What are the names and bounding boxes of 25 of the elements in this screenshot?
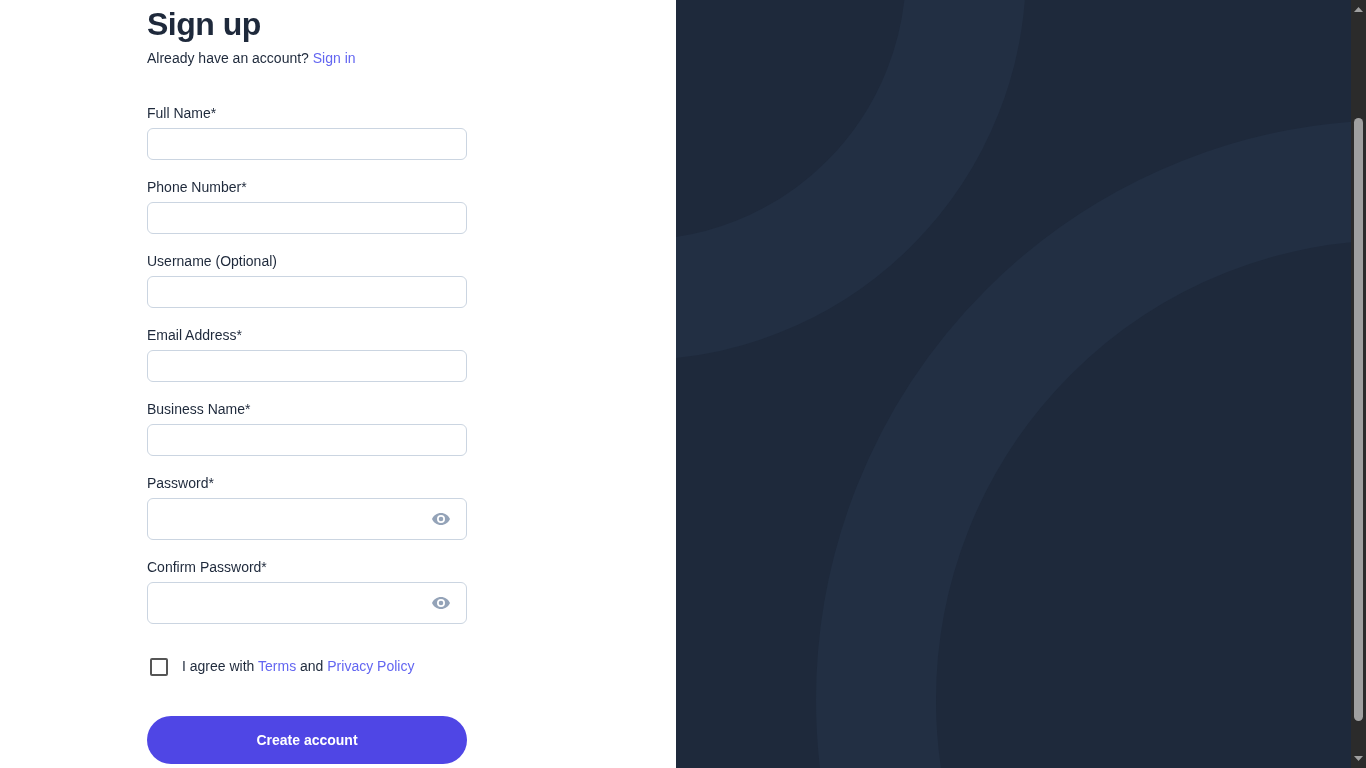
page-title: Sign up xyxy=(147,6,262,42)
signin-link[interactable]: Sign in xyxy=(312,50,356,66)
password-field[interactable] xyxy=(147,498,467,540)
input-field[interactable] xyxy=(147,276,467,308)
input-field[interactable] xyxy=(147,128,467,160)
input-field[interactable] xyxy=(147,202,467,234)
field-label: Email Address* xyxy=(147,326,242,344)
field-label: Username (Optional) xyxy=(147,252,277,270)
field-label: Password* xyxy=(147,474,214,492)
privacy-policy-link[interactable]: Privacy Policy xyxy=(327,658,415,674)
field-label: Full Name* xyxy=(147,104,217,122)
input-field[interactable] xyxy=(147,350,467,382)
agree-checkbox[interactable] xyxy=(150,657,168,676)
field-label: Phone Number* xyxy=(147,178,247,196)
eye-icon[interactable] xyxy=(432,513,450,525)
agreement-text: I agree with Terms and Privacy Policy xyxy=(182,657,415,676)
signin-prompt: Already have an account? Sign in xyxy=(147,49,357,68)
password-field[interactable] xyxy=(147,582,467,624)
scrollbar[interactable] xyxy=(1351,0,1366,768)
terms-link[interactable]: Terms xyxy=(258,658,297,674)
input-field[interactable] xyxy=(147,424,467,456)
create-account-button[interactable]: Create account xyxy=(147,716,467,764)
eye-icon[interactable] xyxy=(432,597,450,609)
field-label: Business Name* xyxy=(147,400,251,418)
field-label: Confirm Password* xyxy=(147,558,267,576)
